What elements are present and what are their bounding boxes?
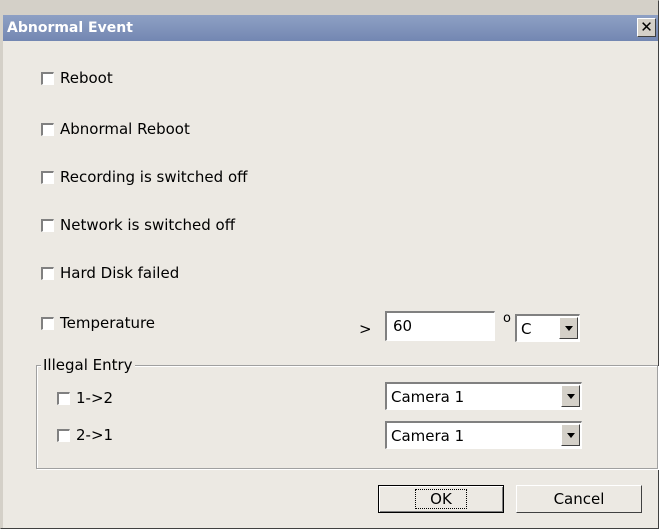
entry-2-1-label: 2->1 (76, 426, 114, 444)
close-icon[interactable]: ✕ (637, 18, 656, 37)
cancel-button[interactable]: Cancel (516, 485, 642, 513)
recording-off-checkbox[interactable] (41, 170, 54, 184)
recording-off-label: Recording is switched off (60, 168, 248, 186)
entry-1-2-checkbox[interactable] (57, 391, 70, 405)
entry-2-1-camera-select[interactable]: Camera 1 (385, 421, 582, 449)
entry-2-1-checkbox[interactable] (57, 428, 70, 442)
entry-2-1-camera-value: Camera 1 (391, 427, 465, 445)
abnormal-event-dialog: Abnormal Event ✕ Reboot Abnormal Reboot … (0, 0, 659, 529)
dialog-body: Reboot Abnormal Reboot Recording is swit… (3, 41, 658, 528)
hard-disk-failed-checkbox-row[interactable]: Hard Disk failed (41, 263, 179, 283)
illegal-entry-group: Illegal Entry (36, 356, 658, 469)
temperature-checkbox-row[interactable]: Temperature (41, 313, 155, 333)
temperature-unit-select[interactable]: C (515, 314, 580, 342)
dialog-title: Abnormal Event (7, 20, 133, 36)
entry-1-2-checkbox-row[interactable]: 1->2 (57, 388, 113, 408)
temperature-label: Temperature (60, 314, 156, 332)
chevron-down-icon[interactable] (561, 424, 580, 446)
chevron-down-icon[interactable] (559, 317, 578, 339)
temperature-unit-value: C (521, 320, 532, 338)
recording-off-checkbox-row[interactable]: Recording is switched off (41, 167, 247, 187)
reboot-checkbox[interactable] (41, 71, 54, 85)
entry-1-2-label: 1->2 (76, 389, 114, 407)
abnormal-reboot-label: Abnormal Reboot (60, 120, 190, 138)
entry-2-1-checkbox-row[interactable]: 2->1 (57, 425, 113, 445)
temperature-threshold-input[interactable]: 60 (385, 311, 495, 341)
hard-disk-failed-label: Hard Disk failed (60, 264, 180, 282)
ok-button[interactable]: OK (378, 485, 504, 513)
network-off-checkbox[interactable] (41, 218, 54, 232)
network-off-label: Network is switched off (60, 216, 236, 234)
temperature-comparator: > (359, 320, 372, 338)
title-bar[interactable]: Abnormal Event ✕ (3, 15, 658, 41)
illegal-entry-legend: Illegal Entry (41, 356, 135, 374)
degree-symbol: o (503, 311, 511, 326)
reboot-label: Reboot (60, 69, 113, 87)
chevron-down-icon[interactable] (561, 385, 580, 407)
ok-button-label: OK (415, 489, 467, 509)
network-off-checkbox-row[interactable]: Network is switched off (41, 215, 235, 235)
entry-1-2-camera-value: Camera 1 (391, 388, 465, 406)
reboot-checkbox-row[interactable]: Reboot (41, 68, 113, 88)
temperature-threshold-value: 60 (393, 317, 413, 335)
temperature-checkbox[interactable] (41, 316, 54, 330)
hard-disk-failed-checkbox[interactable] (41, 266, 54, 280)
entry-1-2-camera-select[interactable]: Camera 1 (385, 382, 582, 410)
abnormal-reboot-checkbox[interactable] (41, 122, 54, 136)
abnormal-reboot-checkbox-row[interactable]: Abnormal Reboot (41, 119, 190, 139)
